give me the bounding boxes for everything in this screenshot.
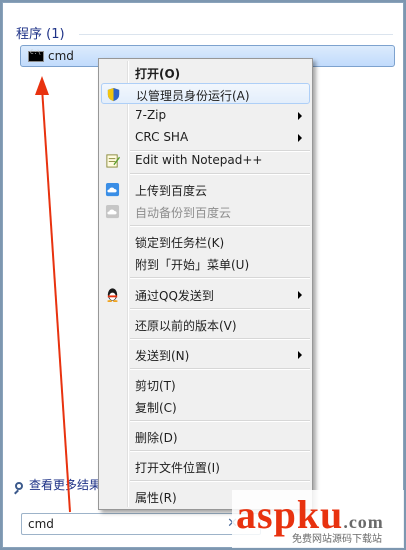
see-more-label: 查看更多结果 — [29, 478, 102, 492]
menu-separator — [130, 277, 310, 279]
menu-item-7zip[interactable]: 7-Zip — [101, 105, 310, 126]
menu-item-copy[interactable]: 复制(C) — [101, 396, 310, 417]
submenu-arrow-icon — [298, 134, 302, 142]
submenu-arrow-icon — [298, 351, 302, 359]
menu-item-upload-baidu[interactable]: 上传到百度云 — [101, 179, 310, 200]
menu-item-label: 通过QQ发送到 — [135, 289, 214, 303]
menu-item-label: 上传到百度云 — [135, 184, 208, 198]
program-item-label: cmd — [48, 49, 74, 63]
search-input[interactable]: cmd ✕ — [21, 513, 261, 535]
menu-separator — [130, 338, 310, 340]
magnifier-icon — [15, 482, 23, 490]
programs-section-header: 程序 (1) — [16, 27, 65, 42]
see-more-results-link[interactable]: 查看更多结果 — [15, 476, 101, 493]
menu-item-label: 剪切(T) — [135, 379, 176, 393]
menu-item-delete[interactable]: 删除(D) — [101, 426, 310, 447]
baidu-cloud-icon — [105, 204, 120, 219]
menu-item-send-via-qq[interactable]: 通过QQ发送到 — [101, 284, 310, 305]
menu-item-label: 发送到(N) — [135, 349, 190, 363]
menu-item-label: 7-Zip — [135, 108, 167, 122]
menu-item-label: 附到「开始」菜单(U) — [135, 258, 250, 272]
submenu-arrow-icon — [298, 112, 302, 120]
menu-separator — [130, 173, 310, 175]
baidu-cloud-icon — [105, 182, 120, 197]
menu-item-pin-taskbar[interactable]: 锁定到任务栏(K) — [101, 231, 310, 252]
context-menu: 打开(O) 以管理员身份运行(A) 7-Zip CRC SHA Edit wit… — [98, 58, 313, 510]
menu-item-label: 锁定到任务栏(K) — [135, 236, 225, 250]
menu-separator — [130, 420, 310, 422]
section-divider — [79, 34, 393, 35]
menu-separator — [130, 450, 310, 452]
menu-item-label: 还原以前的版本(V) — [135, 319, 237, 333]
menu-separator — [130, 480, 310, 482]
menu-separator — [130, 308, 310, 310]
submenu-arrow-icon — [298, 291, 302, 299]
menu-item-label: 以管理员身份运行(A) — [136, 89, 250, 103]
menu-item-label: 复制(C) — [135, 401, 177, 415]
menu-item-edit-notepadpp[interactable]: Edit with Notepad++ — [101, 150, 310, 171]
search-input-value: cmd — [28, 517, 54, 531]
menu-item-label: 删除(D) — [135, 431, 178, 445]
menu-item-crc-sha[interactable]: CRC SHA — [101, 127, 310, 148]
menu-item-auto-backup-baidu: 自动备份到百度云 — [101, 201, 310, 222]
menu-item-label: 打开(O) — [135, 67, 181, 81]
menu-item-label: CRC SHA — [135, 130, 189, 144]
watermark-subtitle: 免费网站源码下载站 — [292, 534, 382, 545]
menu-item-restore-previous[interactable]: 还原以前的版本(V) — [101, 314, 310, 335]
command-prompt-icon — [28, 49, 44, 62]
menu-item-label: 属性(R) — [135, 491, 177, 505]
menu-item-cut[interactable]: 剪切(T) — [101, 374, 310, 395]
menu-item-open-file-location[interactable]: 打开文件位置(I) — [101, 456, 310, 477]
watermark-domain-suffix: .com — [343, 512, 384, 532]
notepad-plus-plus-icon — [106, 154, 120, 168]
menu-item-open[interactable]: 打开(O) — [101, 62, 310, 83]
menu-item-label: Edit with Notepad++ — [135, 153, 263, 167]
menu-item-label: 自动备份到百度云 — [135, 206, 232, 220]
menu-separator — [130, 225, 310, 227]
menu-item-pin-start[interactable]: 附到「开始」菜单(U) — [101, 253, 310, 274]
qq-penguin-icon — [107, 288, 118, 302]
menu-item-send-to[interactable]: 发送到(N) — [101, 344, 310, 365]
uac-shield-icon — [107, 87, 120, 102]
menu-item-run-as-admin[interactable]: 以管理员身份运行(A) — [101, 83, 310, 104]
menu-item-label: 打开文件位置(I) — [135, 461, 220, 475]
menu-separator — [130, 368, 310, 370]
